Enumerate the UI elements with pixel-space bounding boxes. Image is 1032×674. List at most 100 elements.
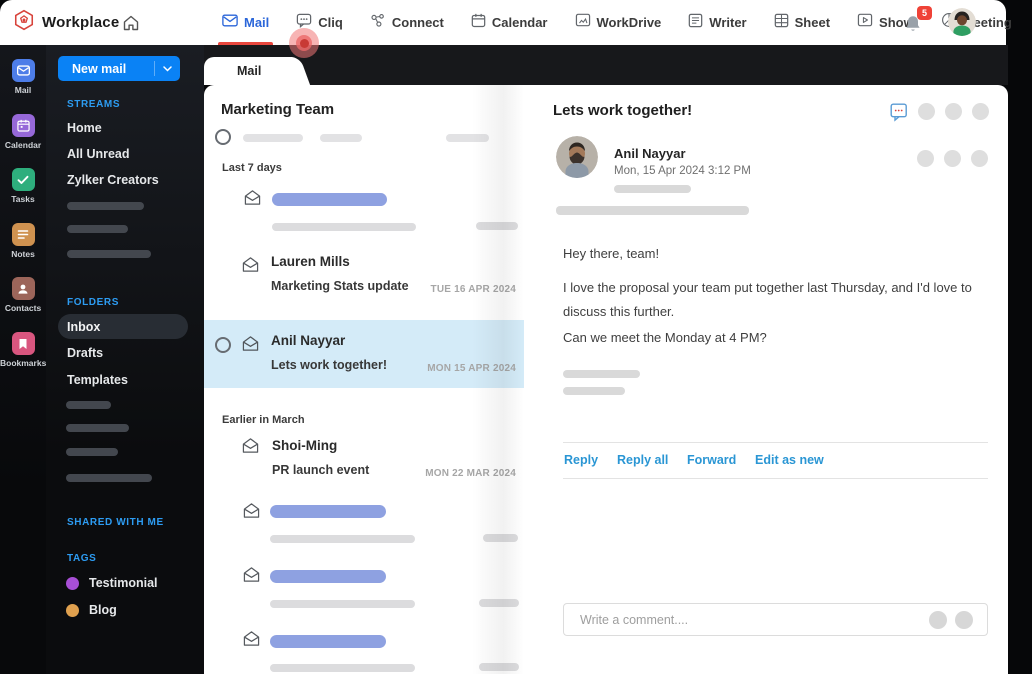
mail-list-item[interactable]: Lauren Mills Marketing Stats update TUE … (204, 245, 524, 303)
shared-with-me-header: SHARED WITH ME (67, 517, 164, 528)
sidebar-item-zylker-creators[interactable]: Zylker Creators (67, 173, 159, 187)
rail-item-tasks[interactable]: Tasks (0, 168, 46, 204)
rail-label: Calendar (4, 140, 42, 150)
subject-skeleton-bar (272, 223, 416, 231)
divider (563, 478, 988, 479)
subject-skeleton-bar (270, 535, 415, 543)
rail-item-calendar[interactable]: Calendar (0, 114, 46, 150)
tag-item-blog[interactable]: Blog (66, 603, 117, 617)
chevron-down-icon[interactable] (154, 61, 180, 76)
sidebar-skeleton-bar (66, 474, 152, 482)
mail-sidebar: New mail STREAMS Home All Unread Zylker … (46, 45, 204, 674)
user-avatar[interactable] (948, 8, 976, 36)
comment-action-placeholder[interactable] (955, 611, 973, 629)
sidebar-item-inbox[interactable]: Inbox (58, 314, 188, 339)
list-header-skeleton-bar (446, 134, 489, 142)
brand-title: Workplace (42, 14, 120, 31)
envelope-open-icon (242, 502, 261, 519)
rail-mail-icon (11, 59, 35, 82)
topnav-mail[interactable]: Mail (218, 0, 274, 45)
rail-calendar-icon (11, 114, 35, 137)
notifications-bell-icon[interactable]: 5 (904, 6, 932, 34)
rail-bookmarks-icon (11, 332, 35, 355)
topnav-workdrive[interactable]: WorkDrive (575, 0, 661, 45)
rail-item-mail[interactable]: Mail (0, 59, 46, 95)
message-sender: Lauren Mills (271, 254, 350, 269)
workplace-logo-icon (13, 9, 35, 36)
select-all-radio[interactable] (215, 129, 231, 145)
comment-input[interactable] (580, 604, 920, 635)
topnav-calendar[interactable]: Calendar (471, 0, 548, 45)
rail-item-notes[interactable]: Notes (0, 223, 46, 259)
tag-item-testimonial[interactable]: Testimonial (66, 576, 158, 590)
edit-as-new-link[interactable]: Edit as new (755, 453, 824, 467)
tab-mail[interactable]: Mail (204, 57, 292, 85)
sender-skeleton-bar (270, 635, 386, 648)
topnav-sheet[interactable]: Sheet (774, 0, 830, 45)
mail-content-card: Marketing Team Last 7 days Lauren Mills … (204, 85, 1008, 674)
message-title: Lets work together! (553, 102, 693, 119)
mail-list-item-skeleton[interactable] (204, 626, 524, 674)
workplace-app: Workplace Mail Cliq Connect Calendar Wor… (0, 0, 1032, 674)
sidebar-skeleton-bar (67, 250, 151, 258)
mail-icon (222, 14, 238, 32)
sender-name: Anil Nayyar (614, 146, 686, 161)
mail-list-item-skeleton[interactable] (204, 498, 524, 550)
message-radio[interactable] (215, 337, 231, 353)
toolbar-icon-placeholder[interactable] (918, 103, 935, 120)
signature-skeleton-bar (563, 387, 625, 395)
sheet-icon (774, 13, 789, 33)
mail-list-item-skeleton[interactable] (204, 562, 524, 614)
list-header-skeleton-bar (320, 134, 362, 142)
envelope-open-icon (241, 335, 260, 352)
body-paragraph: Hey there, team! (563, 246, 660, 261)
mail-list-item[interactable]: Shoi-Ming PR launch event MON 22 MAR 202… (204, 430, 524, 488)
envelope-open-icon (242, 630, 261, 647)
tags-header: TAGS (67, 553, 97, 564)
message-date: MON 22 MAR 2024 (425, 468, 516, 479)
connect-icon (370, 13, 386, 33)
mail-list-item-selected[interactable]: Anil Nayyar Lets work together! MON 15 A… (204, 320, 524, 388)
reply-all-link[interactable]: Reply all (617, 453, 668, 467)
inbox-label: Inbox (67, 319, 101, 334)
topnav-writer[interactable]: Writer (688, 0, 747, 45)
toolbar-icon-placeholder[interactable] (972, 103, 989, 120)
brand: Workplace (13, 0, 119, 45)
message-action-placeholder[interactable] (944, 150, 961, 167)
date-skeleton-bar (476, 222, 518, 230)
rail-notes-icon (11, 223, 35, 246)
sender-skeleton-bar (270, 570, 386, 583)
mail-list-pane: Marketing Team Last 7 days Lauren Mills … (204, 85, 524, 674)
message-datetime: Mon, 15 Apr 2024 3:12 PM (614, 165, 751, 177)
forward-link[interactable]: Forward (687, 453, 736, 467)
date-skeleton-bar (483, 534, 518, 542)
reply-link[interactable]: Reply (564, 453, 598, 467)
comments-icon[interactable] (890, 103, 909, 122)
comment-action-placeholder[interactable] (929, 611, 947, 629)
rail-contacts-icon (11, 277, 35, 300)
list-title: Marketing Team (221, 101, 335, 118)
sidebar-item-all-unread[interactable]: All Unread (67, 147, 130, 161)
subject-skeleton-bar (270, 664, 415, 672)
sidebar-item-home[interactable]: Home (67, 121, 102, 135)
message-action-placeholder[interactable] (971, 150, 988, 167)
click-indicator-core (299, 38, 309, 48)
topnav-label: Calendar (491, 15, 548, 30)
rail-item-bookmarks[interactable]: Bookmarks (0, 332, 46, 368)
sidebar-item-templates[interactable]: Templates (67, 373, 128, 387)
new-mail-button[interactable]: New mail (58, 56, 180, 81)
topnav-label: Sheet (794, 15, 831, 30)
sender-avatar (556, 136, 598, 178)
rail-item-contacts[interactable]: Contacts (0, 277, 46, 313)
home-icon[interactable] (121, 13, 141, 33)
app-rail: Mail Calendar Tasks Notes Contacts Bookm… (0, 45, 46, 674)
sidebar-item-drafts[interactable]: Drafts (67, 346, 103, 360)
tab-strip-background (204, 45, 1008, 85)
comment-box (563, 603, 988, 636)
mail-list-item-skeleton[interactable] (204, 185, 524, 240)
message-action-placeholder[interactable] (917, 150, 934, 167)
topnav-connect[interactable]: Connect (370, 0, 444, 45)
toolbar-icon-placeholder[interactable] (945, 103, 962, 120)
click-indicator (289, 28, 319, 58)
top-navigation: Mail Cliq Connect Calendar WorkDrive Wri… (218, 0, 1012, 45)
